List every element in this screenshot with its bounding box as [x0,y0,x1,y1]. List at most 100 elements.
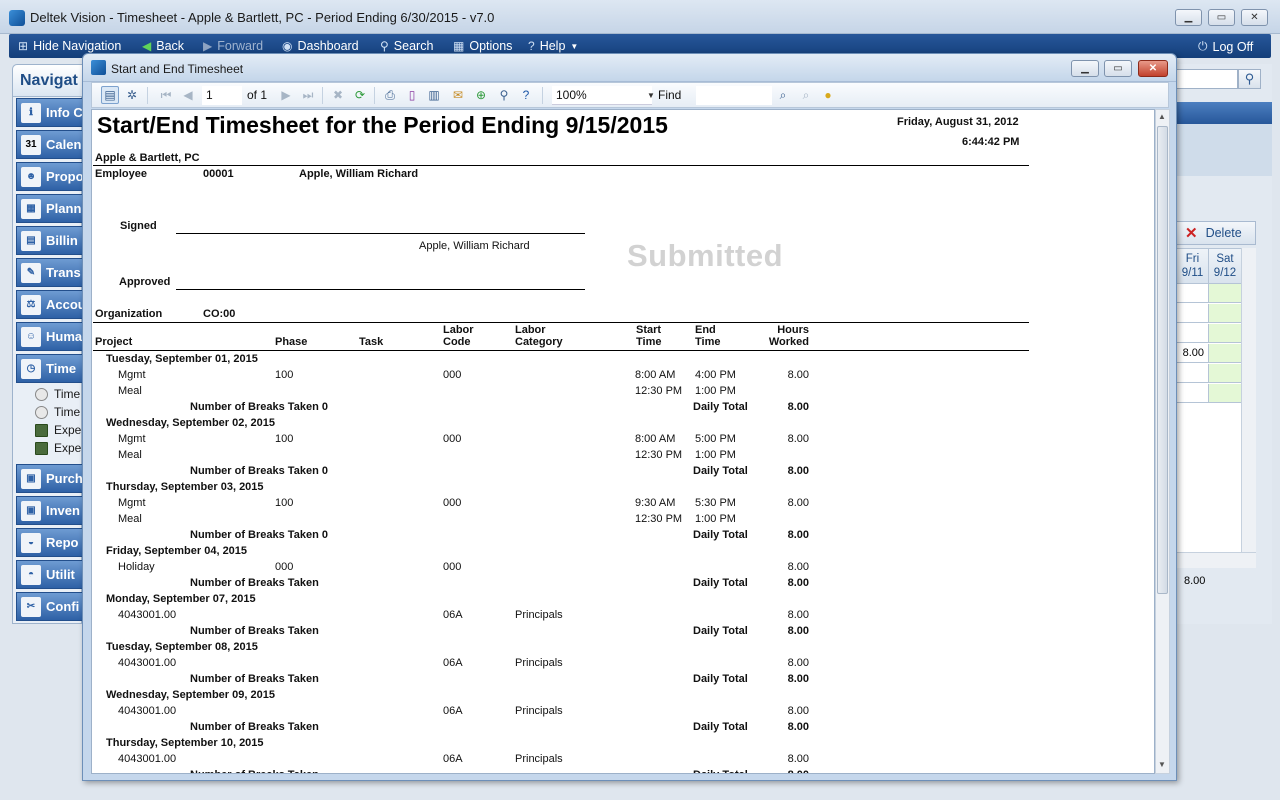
grid-cell[interactable]: 8.00 [1177,344,1209,363]
day-date: Thursday, September 10, 2015 [106,737,264,749]
nav-item-7[interactable]: ☺ Huma [16,322,83,351]
help-icon[interactable]: ? [517,86,535,104]
time-subitem-3[interactable]: Expe [35,441,81,455]
header-start-1: Start [636,324,662,336]
page-number-input[interactable]: 1 [202,86,242,105]
grid-horizontal-scrollbar[interactable] [1176,552,1256,568]
nav-item-13[interactable]: ✂ Confi [16,592,83,621]
print-icon[interactable]: ⎙ [381,86,399,104]
nav-item-4[interactable]: ▤ Billin [16,226,83,255]
last-page-icon[interactable]: ⏭ [299,86,317,104]
page-setup-icon[interactable]: ▥ [425,86,443,104]
time-subitem-1[interactable]: Time [35,405,80,419]
clock-icon [35,405,48,419]
expense-report-icon [35,441,48,455]
time-subitem-2[interactable]: Expe [35,423,81,437]
day-date: Tuesday, September 08, 2015 [106,641,258,653]
grid-cell[interactable] [1209,364,1242,383]
stop-icon[interactable]: ✖ [329,86,347,104]
hide-navigation-button[interactable]: ⊞ Hide Navigation [18,39,121,53]
grid-cell[interactable] [1177,284,1209,303]
next-page-icon[interactable]: ▶ [277,86,295,104]
row-start-time: 12:30 PM [635,513,683,525]
column-header-fri[interactable]: Fri 9/11 [1177,249,1209,284]
daily-total-value: 8.00 [787,721,809,733]
nav-item-6[interactable]: ⚖ Accou [16,290,83,319]
close-button[interactable]: ✕ [1241,9,1268,26]
find-next-icon[interactable]: ⌕ [797,86,815,104]
nav-item-11[interactable]: ◒ Repo [16,528,83,557]
daily-total-value: 8.00 [787,673,809,685]
document-map-icon[interactable]: ▤ [101,86,119,104]
find-options-icon[interactable]: ● [819,86,837,104]
find-input[interactable] [696,86,772,105]
refresh-icon[interactable]: ⟳ [351,86,369,104]
nav-item-0[interactable]: ℹ Info C [16,98,83,127]
breaks-taken: Number of Breaks Taken 0 [190,401,328,413]
nav-item-3[interactable]: ▦ Plann [16,194,83,223]
nav-item-label: Time [46,361,77,376]
grid-cell[interactable] [1177,384,1209,403]
grid-cell[interactable] [1177,304,1209,323]
options-button[interactable]: ▦ Options [453,39,512,53]
background-search-button[interactable]: ⚲ [1238,69,1261,89]
delete-button[interactable]: ✕ Delete [1176,221,1256,245]
time-subitem-0[interactable]: Time [35,387,80,401]
dialog-minimize-button[interactable]: ▁ [1071,60,1099,77]
previous-page-icon[interactable]: ◀ [179,86,197,104]
export-icon[interactable]: ⊕ [472,86,490,104]
email-icon[interactable]: ✉ [449,86,467,104]
row-labor-code: 06A [443,657,463,669]
help-button[interactable]: ? Help ▼ [528,39,578,53]
deltek-app-icon [9,10,25,26]
dialog-maximize-button[interactable]: ▭ [1104,60,1132,77]
grid-vertical-scrollbar[interactable] [1241,248,1256,553]
nav-item-10[interactable]: ▣ Inven [16,496,83,525]
row-project: Mgmt [118,369,146,381]
breaks-taken: Number of Breaks Taken [190,577,319,589]
column-header-sat[interactable]: Sat 9/12 [1209,249,1242,284]
grid-cell[interactable] [1209,304,1242,323]
print-layout-icon[interactable]: ▯ [403,86,421,104]
dashboard-button[interactable]: ◉ Dashboard [282,39,359,53]
grid-cell[interactable] [1209,384,1242,403]
minimize-button[interactable]: ▁ [1175,9,1202,26]
first-page-icon[interactable]: ⏮ [157,86,175,104]
scroll-up-icon[interactable]: ▲ [1158,112,1166,121]
row-labor-category: Principals [515,753,563,765]
signed-name: Apple, William Richard [419,240,530,252]
background-search-input[interactable] [1176,69,1238,89]
grid-cell[interactable] [1177,364,1209,383]
nav-item-12[interactable]: ◓ Utilit [16,560,83,589]
background-panel [1176,124,1272,176]
header-labor-category-2: Category [515,336,563,348]
main-title-bar: Deltek Vision - Timesheet - Apple & Bart… [0,0,1280,34]
maximize-button[interactable]: ▭ [1208,9,1235,26]
logoff-button[interactable]: ⏻ Log Off [1198,39,1253,54]
grid-cell[interactable] [1209,324,1242,343]
grid-cell[interactable] [1177,324,1209,343]
scroll-thumb[interactable] [1157,126,1168,594]
row-labor-category: Principals [515,609,563,621]
daily-total-label: Daily Total [693,529,748,541]
nav-item-2[interactable]: ☻ Propo [16,162,83,191]
dialog-close-button[interactable]: ✕ [1138,60,1168,77]
find-icon[interactable]: ⌕ [774,86,792,104]
grid-cell[interactable] [1209,344,1242,363]
nav-item-5[interactable]: ✎ Trans [16,258,83,287]
row-project: Meal [118,513,142,525]
zoom-select[interactable]: 100% [552,86,652,105]
forward-button[interactable]: ▶ Forward [203,39,263,53]
nav-item-1[interactable]: 31 Calen [16,130,83,159]
row-project: Mgmt [118,497,146,509]
chevron-down-icon: ▼ [570,41,579,51]
nav-item-8[interactable]: ◷ Time [16,354,83,383]
back-button[interactable]: ◀ Back [142,39,184,53]
zoom-icon[interactable]: ⚲ [495,86,513,104]
parameters-icon[interactable]: ✲ [123,86,141,104]
scroll-down-icon[interactable]: ▼ [1158,760,1166,769]
search-button[interactable]: ⚲ Search [380,39,433,53]
nav-item-9[interactable]: ▣ Purch [16,464,83,493]
grid-cell[interactable] [1209,284,1242,303]
report-vertical-scrollbar[interactable]: ▲ ▼ [1155,109,1170,774]
